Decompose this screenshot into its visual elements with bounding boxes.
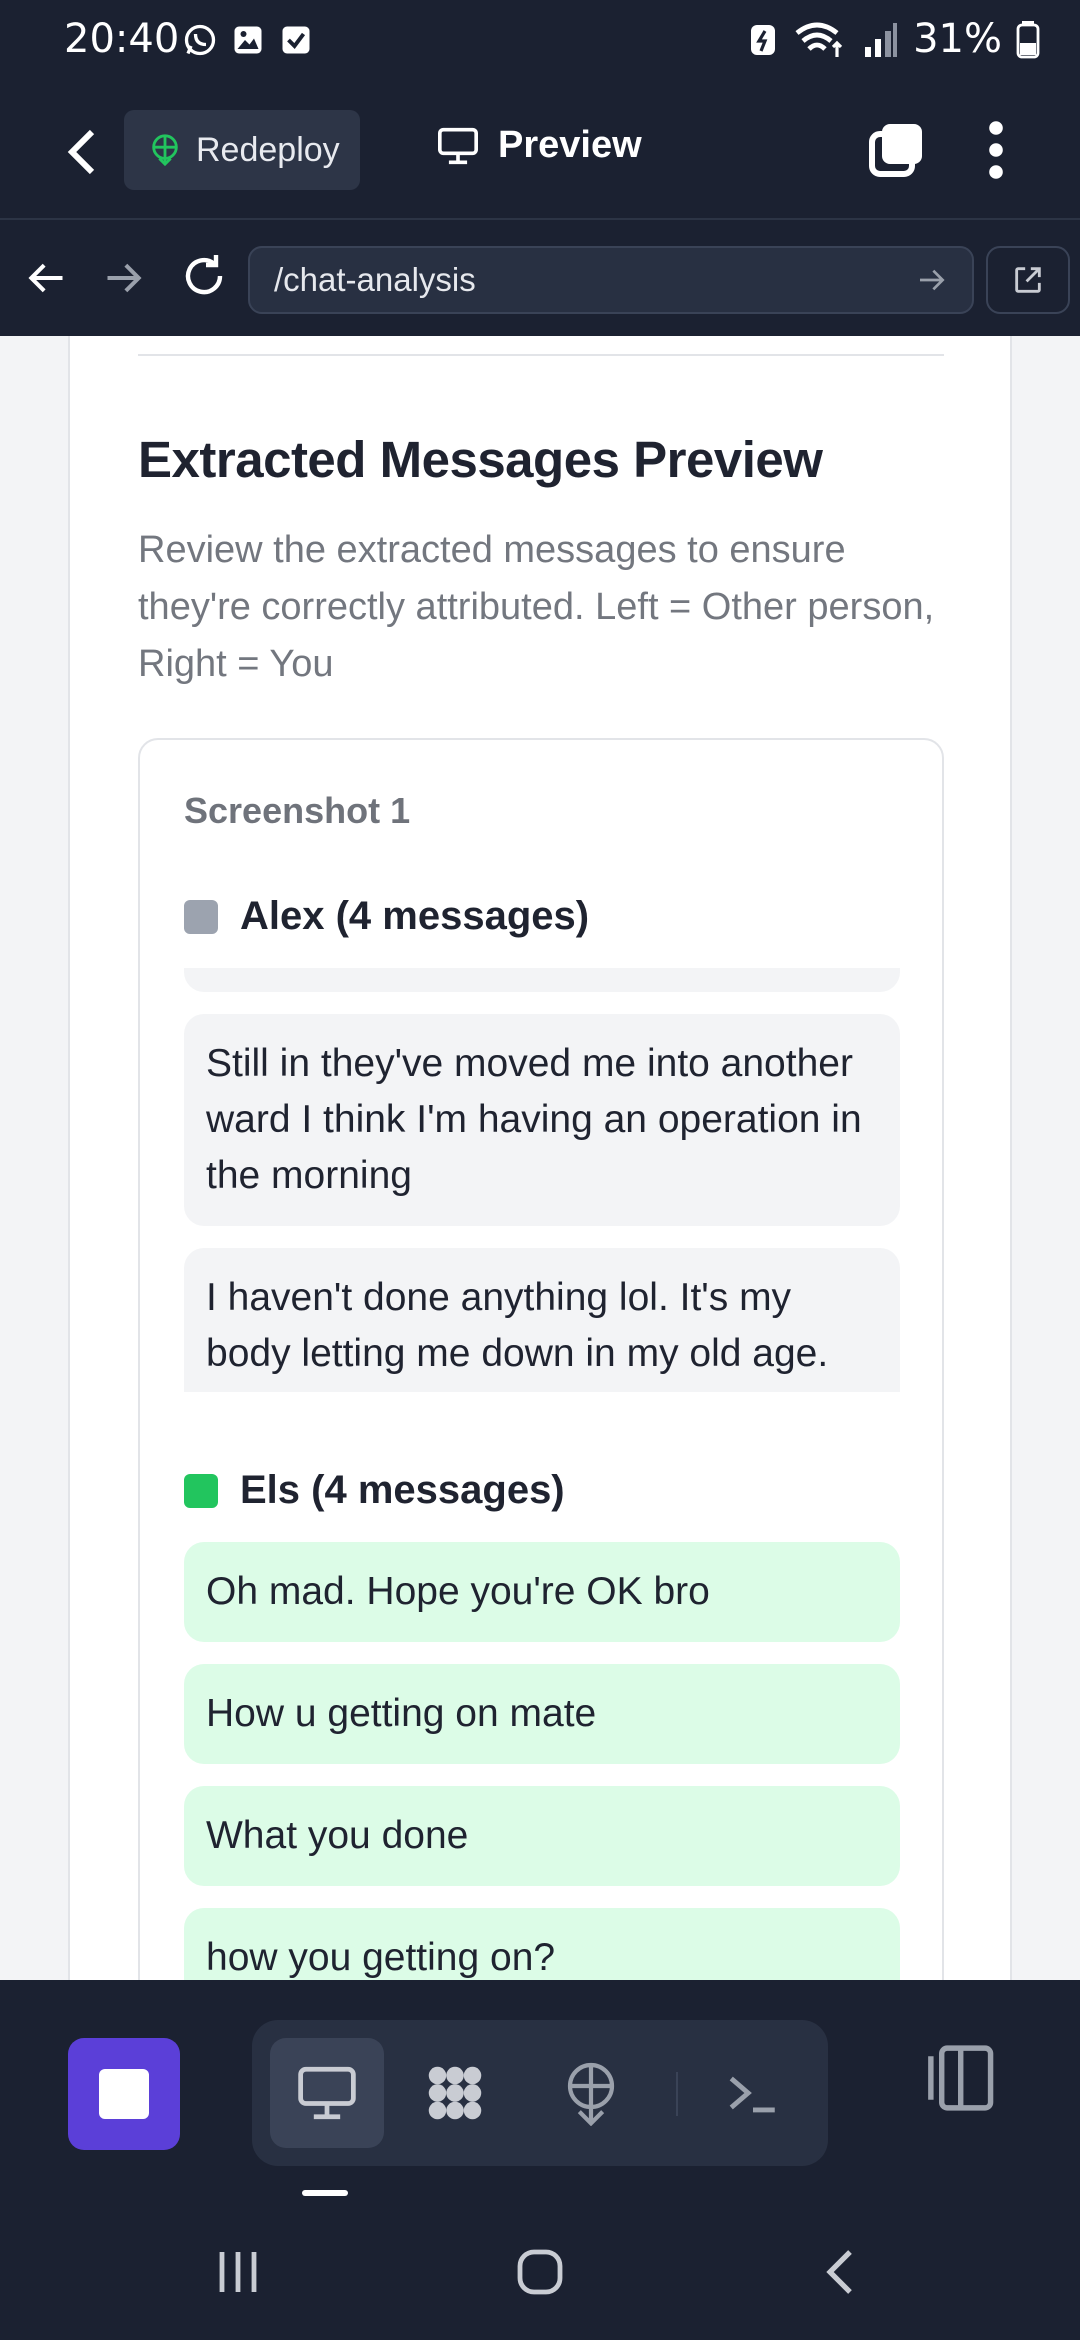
tabs-icon[interactable] xyxy=(866,120,926,180)
battery-saver-icon xyxy=(751,25,776,55)
reload-icon[interactable] xyxy=(180,252,228,300)
tool-terminal[interactable] xyxy=(696,2038,810,2148)
monitor-icon xyxy=(298,2066,356,2120)
battery-icon xyxy=(1016,21,1040,59)
status-time: 20:40 xyxy=(64,16,180,62)
preview-label: Preview xyxy=(498,124,642,166)
nav-back-icon[interactable] xyxy=(24,256,68,300)
battery-percent: 31% xyxy=(913,16,1002,62)
tool-group xyxy=(252,2020,828,2166)
whatsapp-icon xyxy=(184,24,216,56)
toolbar-separator xyxy=(676,2072,678,2116)
status-bar: 20:40 31% xyxy=(0,0,1080,84)
stop-icon xyxy=(99,2069,149,2119)
content-card: Extracted Messages Preview Review the ex… xyxy=(68,336,1012,1980)
sender-color-swatch xyxy=(184,1473,218,1508)
divider xyxy=(138,354,944,356)
recent-apps-icon[interactable] xyxy=(210,2244,266,2300)
back-arrow-icon[interactable] xyxy=(56,124,112,180)
panel-icon[interactable] xyxy=(920,2040,996,2116)
sender-label: Alex (4 messages) xyxy=(240,894,590,938)
message-bubble: Oh mad. Hope you're OK bro xyxy=(184,1542,900,1642)
bottom-toolbar xyxy=(0,1980,1080,2200)
system-back-icon[interactable] xyxy=(814,2244,870,2300)
message-bubble: How u getting on mate xyxy=(184,1664,900,1764)
redeploy-button[interactable]: Redeploy xyxy=(124,110,360,190)
deploy-icon xyxy=(567,2062,615,2126)
you-messages-list[interactable]: Oh mad. Hope you're OK bro How u getting… xyxy=(184,1542,900,1980)
sender-color-swatch xyxy=(184,899,218,934)
sender-label: Els (4 messages) xyxy=(240,1468,565,1512)
tool-preview[interactable] xyxy=(270,2038,384,2148)
message-bubble: how you getting on? xyxy=(184,1908,900,1980)
go-arrow-icon[interactable] xyxy=(916,264,948,296)
gallery-icon xyxy=(234,26,262,54)
tool-workflow[interactable] xyxy=(398,2038,512,2148)
redeploy-icon xyxy=(152,134,178,167)
more-vertical-icon[interactable] xyxy=(980,120,1012,180)
active-tab-indicator xyxy=(302,2190,348,2196)
page-title: Extracted Messages Preview xyxy=(138,431,823,488)
home-icon[interactable] xyxy=(512,2244,568,2300)
url-bar: /chat-analysis xyxy=(0,222,1080,336)
external-link-icon xyxy=(1015,267,1041,293)
message-bubble: What you done xyxy=(184,1786,900,1886)
workflow-icon xyxy=(428,2066,482,2120)
message-bubble: I haven't done anything lol. It's my bod… xyxy=(184,1248,900,1392)
page-description: Review the extracted messages to ensure … xyxy=(138,529,935,685)
wifi-icon xyxy=(795,22,843,57)
sender-header-other: Alex (4 messages) xyxy=(184,894,589,939)
redeploy-label: Redeploy xyxy=(196,130,340,169)
message-bubble: Still in they've moved me into another w… xyxy=(184,1014,900,1226)
android-nav-bar xyxy=(0,2200,1080,2340)
other-messages-list[interactable]: Still in they've moved me into another w… xyxy=(184,968,900,1392)
signal-icon xyxy=(865,23,898,57)
preview-content: Extracted Messages Preview Review the ex… xyxy=(0,336,1080,1980)
sender-header-you: Els (4 messages) xyxy=(184,1468,565,1513)
notification-icons xyxy=(182,22,314,58)
url-text: /chat-analysis xyxy=(274,261,476,298)
nav-forward-icon[interactable] xyxy=(102,256,146,300)
url-input[interactable]: /chat-analysis xyxy=(248,246,974,314)
screenshot-title: Screenshot 1 xyxy=(184,790,411,831)
screenshot-card: Screenshot 1 Alex (4 messages) Still in … xyxy=(138,738,944,1980)
checkbox-notification-icon xyxy=(282,26,310,54)
terminal-icon xyxy=(729,2076,775,2113)
app-header: Redeploy Preview xyxy=(0,84,1080,220)
monitor-icon xyxy=(438,127,478,164)
open-external-button[interactable] xyxy=(986,246,1070,314)
stop-button[interactable] xyxy=(68,2038,180,2150)
preview-tab[interactable]: Preview xyxy=(436,124,642,167)
tool-deploy[interactable] xyxy=(534,2038,648,2148)
message-bubble-clipped xyxy=(184,968,900,992)
system-status: 31% xyxy=(747,16,1040,62)
